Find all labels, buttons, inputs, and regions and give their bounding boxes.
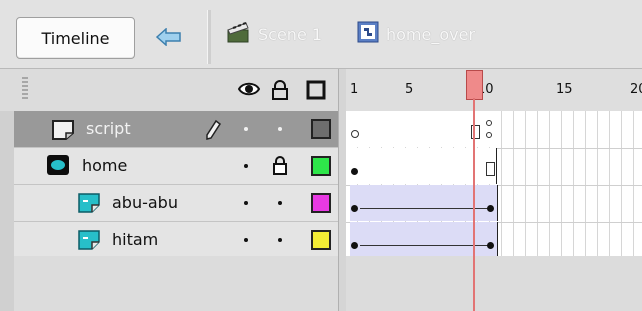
layer-color-swatch[interactable] [311, 119, 331, 139]
frames-grid[interactable] [346, 111, 642, 260]
masked-layer-icon [76, 228, 102, 256]
motion-tween-span[interactable] [350, 185, 498, 221]
ruler-tick: 5 [405, 82, 414, 97]
breadcrumb-symbol[interactable]: home_over [356, 20, 475, 48]
pencil-icon [204, 119, 224, 145]
timeline-toolbar: Timeline Scene 1 home_over [0, 0, 642, 69]
timeline-button[interactable]: Timeline [16, 17, 135, 59]
layer-header [0, 69, 338, 112]
frame-row-hitam[interactable] [346, 222, 642, 260]
symbol-label: home_over [386, 24, 476, 44]
lock-dot[interactable] [278, 238, 282, 242]
visible-dot[interactable] [244, 238, 248, 242]
layer-name[interactable]: script [86, 119, 131, 138]
layer-row-abu-abu[interactable]: abu-abu [14, 185, 338, 222]
playhead-line[interactable] [473, 98, 475, 311]
layer-icon [50, 117, 76, 145]
empty-keyframe[interactable] [351, 130, 359, 138]
layer-lock-icon[interactable] [272, 155, 288, 179]
visible-dot[interactable] [244, 127, 248, 131]
layer-row-script[interactable]: script [14, 111, 338, 148]
frames-empty-area [346, 256, 642, 311]
masked-layer-icon [76, 191, 102, 219]
ruler-tick: 15 [556, 82, 573, 97]
keyframe[interactable] [487, 205, 494, 212]
back-arrow-icon[interactable] [150, 23, 188, 51]
lock-dot[interactable] [278, 201, 282, 205]
keyframe[interactable] [351, 168, 358, 175]
lock-icon[interactable] [271, 80, 289, 104]
lock-dot[interactable] [278, 127, 282, 131]
layer-name[interactable]: abu-abu [112, 193, 178, 212]
frame-row-home[interactable] [346, 148, 642, 186]
layer-indent-strip [0, 111, 15, 311]
keyframe[interactable] [351, 205, 358, 212]
eye-icon[interactable] [237, 80, 261, 102]
frame-ruler[interactable]: 1 5 10 15 20 [346, 69, 642, 112]
layer-name[interactable]: hitam [112, 230, 158, 249]
keyframe[interactable] [351, 242, 358, 249]
layer-color-swatch[interactable] [311, 230, 331, 250]
scene-label: Scene 1 [258, 24, 323, 44]
layer-color-swatch[interactable] [311, 156, 331, 176]
frame-row-script[interactable] [346, 111, 642, 149]
ruler-tick: 1 [350, 82, 359, 97]
outline-icon[interactable] [306, 80, 326, 104]
layer-color-swatch[interactable] [311, 193, 331, 213]
movieclip-symbol-icon [356, 20, 380, 48]
layer-name[interactable]: home [82, 156, 127, 175]
layer-row-home[interactable]: home [14, 148, 338, 185]
visible-dot[interactable] [244, 164, 248, 168]
layer-empty-area [14, 256, 338, 311]
breadcrumb-scene[interactable]: Scene 1 [226, 20, 322, 48]
keyframe[interactable] [487, 242, 494, 249]
tween-arrow [360, 208, 491, 209]
ruler-tick: 20 [630, 82, 642, 97]
playhead-handle[interactable] [466, 70, 483, 100]
visible-dot[interactable] [244, 201, 248, 205]
scene-icon [226, 20, 252, 48]
timeline-panel: Timeline Scene 1 home_over script home a… [0, 0, 642, 311]
frame-end-marker [486, 162, 495, 176]
panel-grip-icon[interactable] [22, 77, 28, 101]
action-marker-icon [485, 119, 492, 138]
layer-row-hitam[interactable]: hitam [14, 222, 338, 259]
timeline-button-label: Timeline [41, 28, 110, 48]
mask-layer-icon [46, 154, 70, 180]
tween-arrow [360, 245, 491, 246]
toolbar-separator [207, 10, 211, 64]
frame-row-abu-abu[interactable] [346, 185, 642, 223]
motion-tween-span[interactable] [350, 222, 498, 258]
